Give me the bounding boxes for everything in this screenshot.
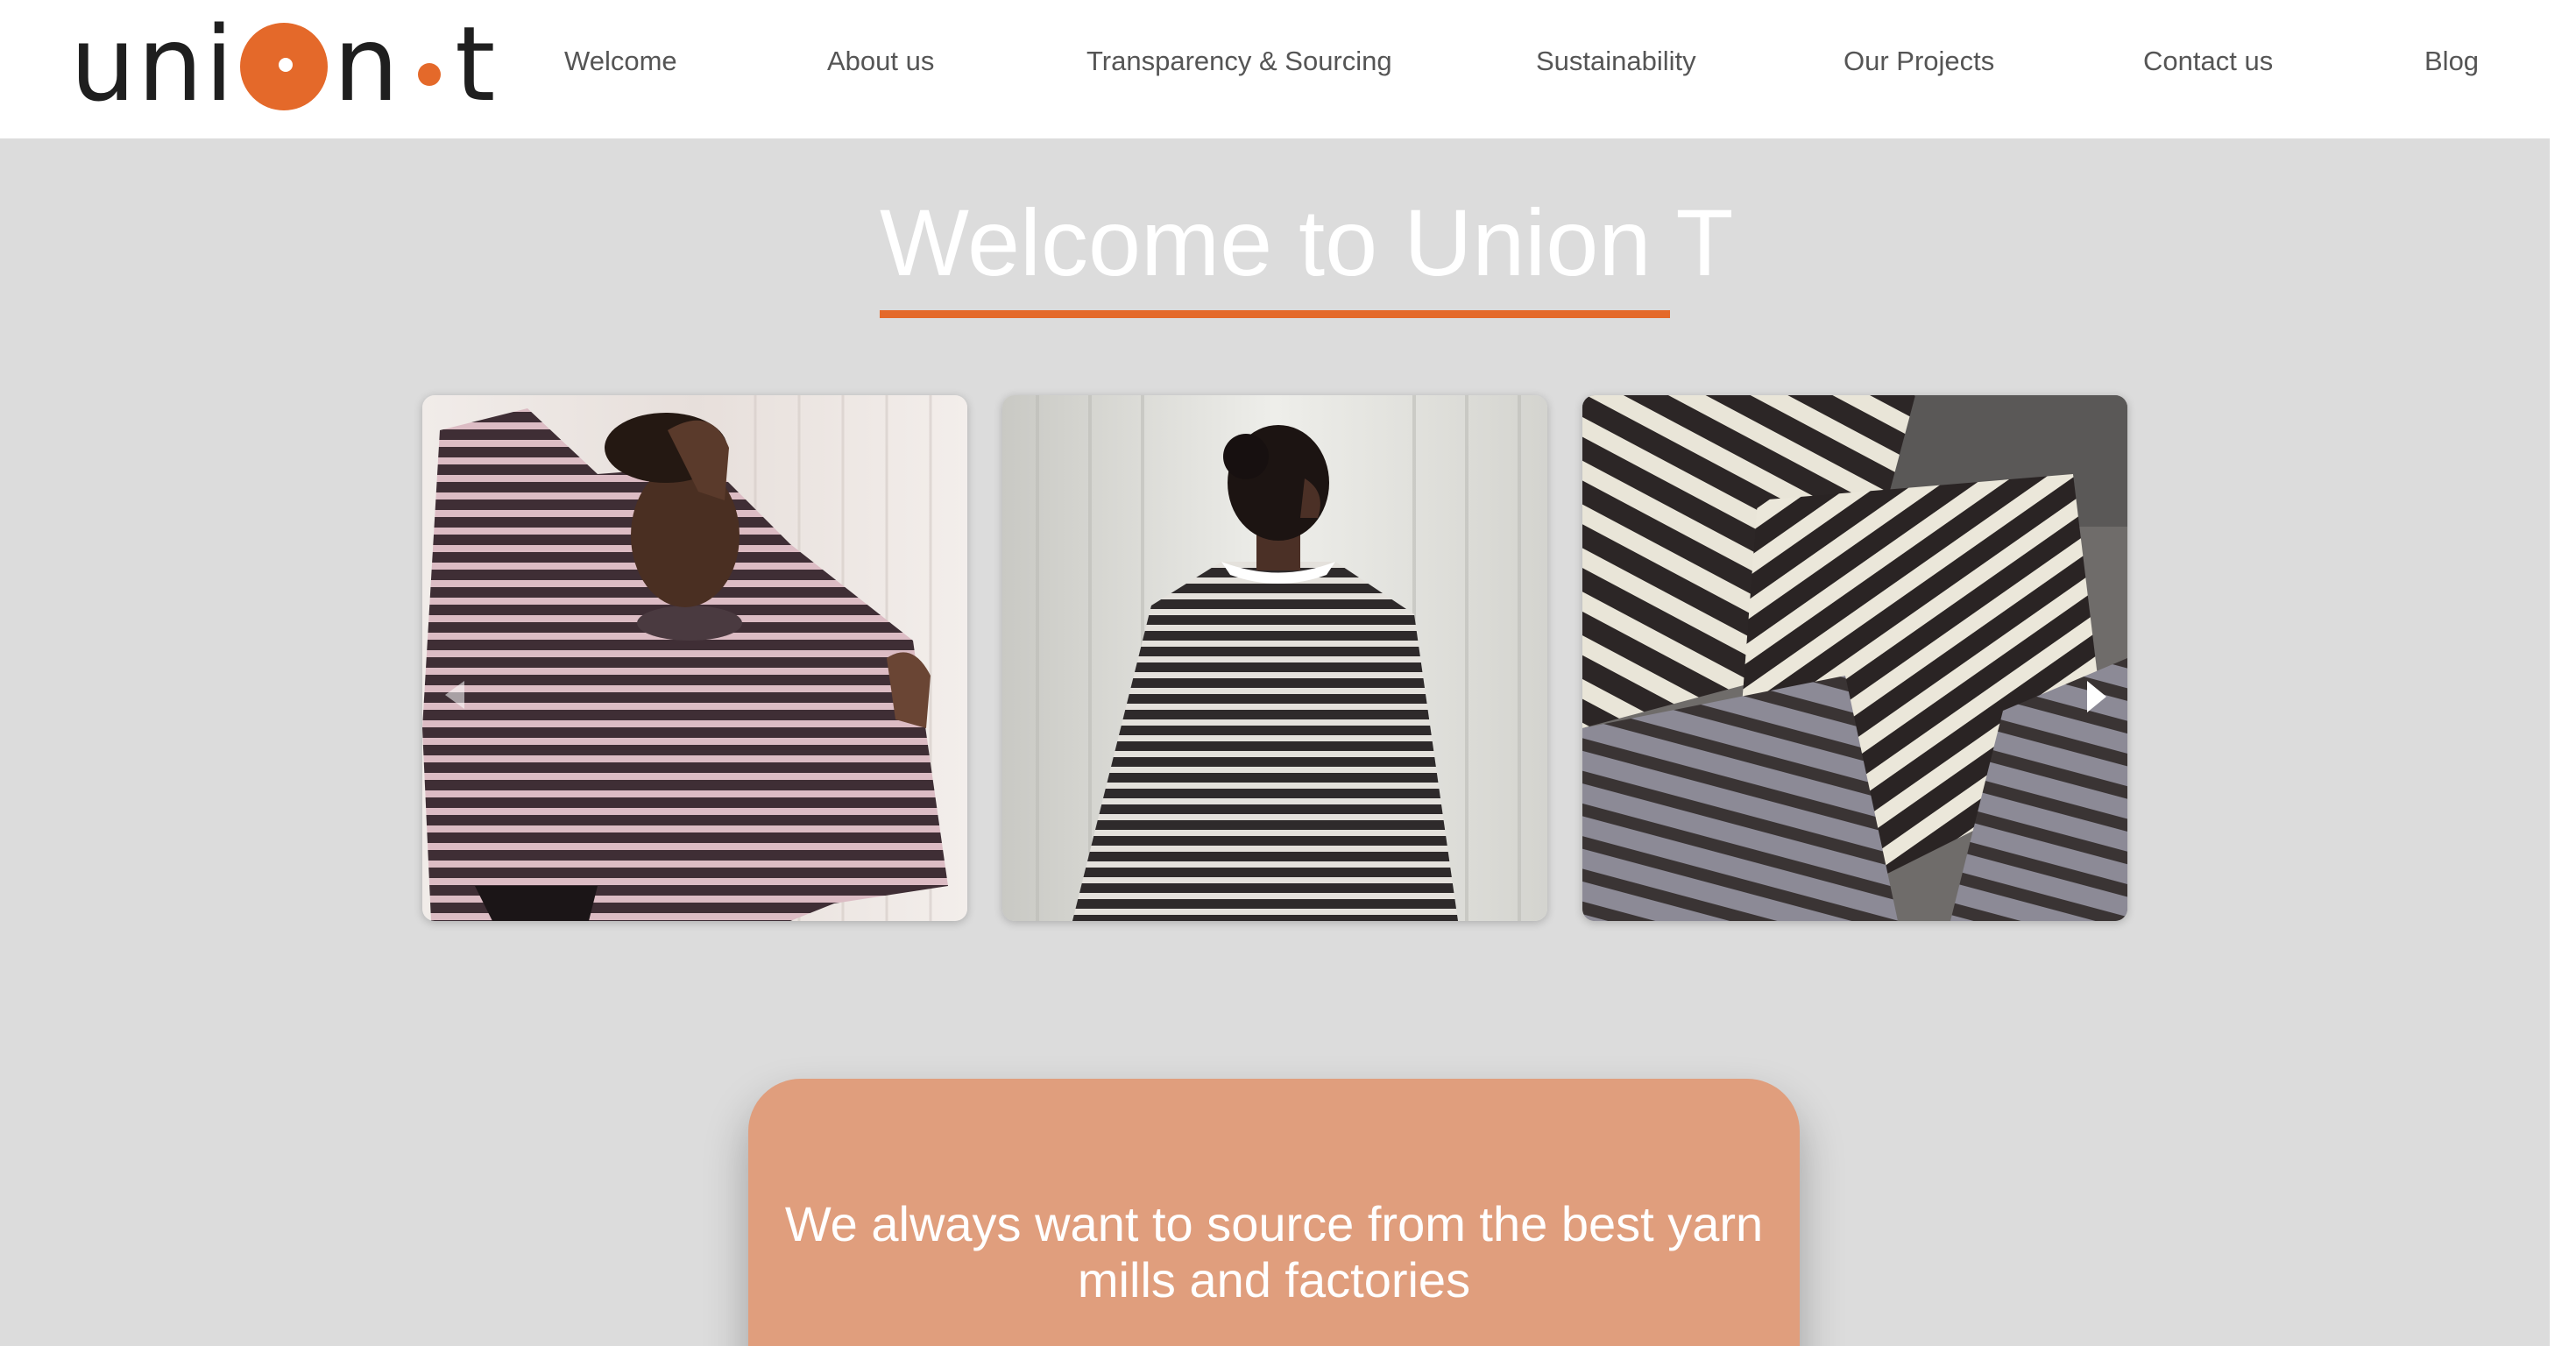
- window-edge: [2550, 0, 2576, 1346]
- nav-item-sustainability[interactable]: Sustainability: [1536, 46, 1696, 77]
- carousel-prev-chevron-left-icon[interactable]: [445, 681, 464, 709]
- nav-item-welcome[interactable]: Welcome: [564, 46, 677, 77]
- quote-line-2: mills and factories: [1077, 1252, 1471, 1307]
- striped-sweater-photo-1: [422, 395, 967, 921]
- nav-item-transparency-sourcing[interactable]: Transparency & Sourcing: [1086, 46, 1392, 77]
- gallery-image-2[interactable]: [1002, 395, 1547, 921]
- striped-sweater-photo-2: [1002, 395, 1547, 921]
- main-nav: Welcome About us Transparency & Sourcing…: [0, 0, 2550, 124]
- sourcing-quote-text: We always want to source from the best y…: [748, 1196, 1800, 1308]
- quote-line-1: We always want to source from the best y…: [784, 1196, 1764, 1251]
- gallery-image-1[interactable]: [422, 395, 967, 921]
- nav-item-about-us[interactable]: About us: [827, 46, 934, 77]
- page-title: Welcome to Union T: [880, 189, 1734, 295]
- gallery-image-3[interactable]: [1582, 395, 2127, 921]
- nav-item-contact-us[interactable]: Contact us: [2143, 46, 2273, 77]
- carousel-next-chevron-right-icon[interactable]: [2087, 681, 2106, 712]
- site-header: uni n t Welcome About us Transparency & …: [0, 0, 2550, 138]
- title-underline: [880, 310, 1670, 318]
- nav-item-our-projects[interactable]: Our Projects: [1844, 46, 1994, 77]
- site-page: uni n t Welcome About us Transparency & …: [0, 0, 2550, 1346]
- sourcing-quote-card: We always want to source from the best y…: [748, 1079, 1800, 1346]
- striped-knit-closeup-photo: [1582, 395, 2127, 921]
- nav-item-blog[interactable]: Blog: [2424, 46, 2479, 77]
